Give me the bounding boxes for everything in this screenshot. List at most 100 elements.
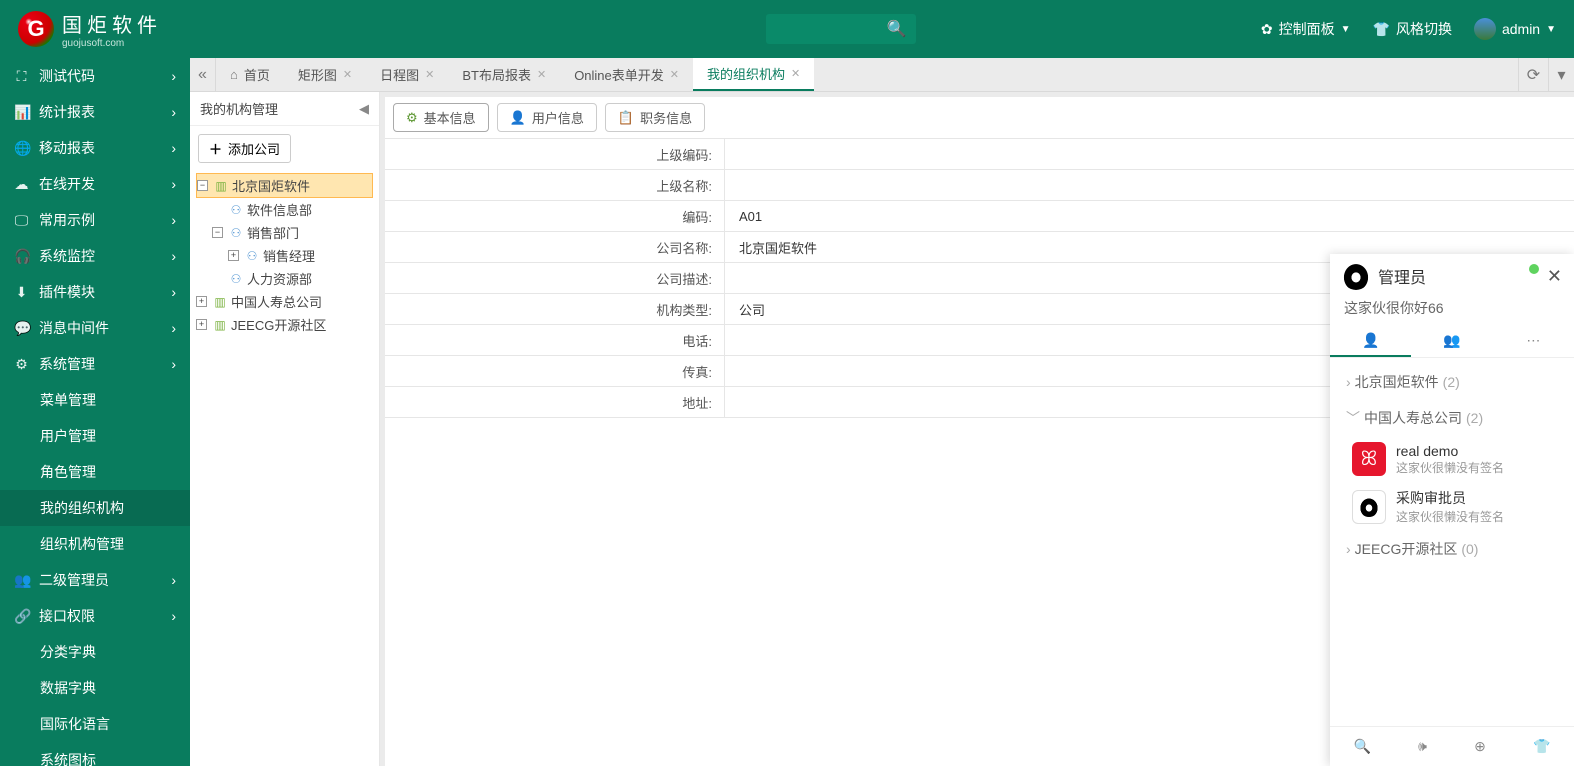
add-company-button[interactable]: ＋ 添加公司 bbox=[198, 134, 291, 163]
username-label: admin bbox=[1502, 21, 1540, 37]
sidebar-item-0[interactable]: ⛶测试代码› bbox=[0, 58, 190, 94]
chat-search-icon[interactable]: 🔍 bbox=[1354, 738, 1371, 755]
chat-group-count: (2) bbox=[1443, 374, 1460, 390]
tree-toggle-icon[interactable]: + bbox=[196, 296, 207, 307]
tabs-scroll-left[interactable]: « bbox=[190, 58, 216, 91]
tree-label: 软件信息部 bbox=[247, 200, 312, 219]
logo-title-cn: 国炬软件 bbox=[62, 9, 162, 38]
sidebar-item-18[interactable]: 国际化语言 bbox=[0, 706, 190, 742]
plus-icon: ＋ bbox=[209, 139, 222, 158]
sidebar-label: 移动报表 bbox=[39, 138, 95, 158]
tab-4[interactable]: Online表单开发✕ bbox=[560, 58, 693, 91]
tab-close-icon[interactable]: ✕ bbox=[537, 68, 546, 81]
form-label: 电话: bbox=[385, 325, 725, 356]
tab-3[interactable]: BT布局报表✕ bbox=[448, 58, 560, 91]
style-switch-button[interactable]: 👕 风格切换 bbox=[1373, 19, 1452, 39]
sidebar-item-3[interactable]: ☁在线开发› bbox=[0, 166, 190, 202]
tree-label: 销售部门 bbox=[247, 223, 299, 242]
sidebar-item-4[interactable]: 🖵常用示例› bbox=[0, 202, 190, 238]
sidebar-icon: 👥 bbox=[14, 572, 29, 589]
sidebar-item-15[interactable]: 🔗接口权限› bbox=[0, 598, 190, 634]
sidebar-label: 二级管理员 bbox=[39, 570, 109, 590]
sidebar-item-10[interactable]: 用户管理 bbox=[0, 418, 190, 454]
tree-node-5[interactable]: + ▥ 中国人寿总公司 bbox=[196, 290, 373, 313]
sidebar-item-7[interactable]: 💬消息中间件› bbox=[0, 310, 190, 346]
tree-node-0[interactable]: −▥北京国炬软件 bbox=[196, 173, 373, 198]
tab-close-icon[interactable]: ✕ bbox=[670, 68, 679, 81]
sidebar-item-17[interactable]: 数据字典 bbox=[0, 670, 190, 706]
chat-close-button[interactable]: ✕ bbox=[1547, 266, 1562, 287]
sidebar-label: 组织机构管理 bbox=[40, 534, 124, 554]
sidebar-label: 数据字典 bbox=[40, 678, 96, 698]
user-menu[interactable]: admin ▼ bbox=[1474, 18, 1556, 40]
subtab-label: 基本信息 bbox=[424, 108, 476, 127]
chevron-icon: › bbox=[1346, 541, 1351, 557]
tab-0[interactable]: ⌂首页 bbox=[216, 58, 284, 91]
chat-group-label: 北京国炬软件 bbox=[1355, 372, 1439, 392]
sidebar-label: 国际化语言 bbox=[40, 714, 110, 734]
sidebar-item-2[interactable]: 🌐移动报表› bbox=[0, 130, 190, 166]
sidebar-item-6[interactable]: ⬇插件模块› bbox=[0, 274, 190, 310]
tree-toggle-icon[interactable]: + bbox=[196, 319, 207, 330]
chevron-right-icon: › bbox=[171, 140, 176, 156]
tree-node-4[interactable]: ⚇人力资源部 bbox=[196, 267, 373, 290]
chat-user-0[interactable]: ꕤreal demo这家伙很懒没有签名 bbox=[1330, 436, 1574, 482]
chat-group-1[interactable]: ﹀中国人寿总公司 (2) bbox=[1330, 400, 1574, 436]
sidebar-item-19[interactable]: 系统图标 bbox=[0, 742, 190, 766]
chat-user-1[interactable]: 采购审批员这家伙很懒没有签名 bbox=[1330, 482, 1574, 531]
sidebar-item-14[interactable]: 👥二级管理员› bbox=[0, 562, 190, 598]
sidebar-icon: 🖵 bbox=[14, 212, 29, 229]
tabs-menu[interactable]: ▾ bbox=[1548, 58, 1574, 91]
tree-node-1[interactable]: ⚇ 软件信息部 bbox=[196, 198, 373, 221]
chat-tab-more[interactable]: ⋯ bbox=[1493, 326, 1574, 357]
search-input[interactable]: 🔍 bbox=[766, 14, 916, 44]
sidebar-item-1[interactable]: 📊统计报表› bbox=[0, 94, 190, 130]
refresh-button[interactable]: ⟳ bbox=[1518, 58, 1548, 91]
sidebar-item-11[interactable]: 角色管理 bbox=[0, 454, 190, 490]
tree-toggle-icon[interactable]: − bbox=[212, 227, 223, 238]
sidebar-item-13[interactable]: 组织机构管理 bbox=[0, 526, 190, 562]
tab-2[interactable]: 日程图✕ bbox=[366, 58, 448, 91]
chat-skin-icon[interactable]: 👕 bbox=[1533, 738, 1550, 755]
control-panel-menu[interactable]: ✿ 控制面板 ▼ bbox=[1261, 19, 1351, 39]
tree-label: 中国人寿总公司 bbox=[231, 292, 322, 311]
sidebar-item-16[interactable]: 分类字典 bbox=[0, 634, 190, 670]
chat-group-2[interactable]: ›JEECG开源社区 (0) bbox=[1330, 531, 1574, 567]
org-icon: ▥ bbox=[213, 295, 227, 309]
form-label: 编码: bbox=[385, 201, 725, 232]
gear-icon: ⚙ bbox=[406, 110, 418, 126]
form-row-0: 上级编码: bbox=[385, 139, 1574, 170]
chat-tab-groups[interactable]: 👥 bbox=[1411, 326, 1492, 357]
chat-group-0[interactable]: ›北京国炬软件 (2) bbox=[1330, 364, 1574, 400]
sidebar-item-9[interactable]: 菜单管理 bbox=[0, 382, 190, 418]
sidebar-item-8[interactable]: ⚙系统管理› bbox=[0, 346, 190, 382]
tab-1[interactable]: 矩形图✕ bbox=[284, 58, 366, 91]
sidebar-item-5[interactable]: 🎧系统监控› bbox=[0, 238, 190, 274]
tab-close-icon[interactable]: ✕ bbox=[791, 67, 800, 80]
chat-add-icon[interactable]: ⊕ bbox=[1474, 738, 1486, 755]
org-icon: ▥ bbox=[214, 179, 228, 193]
sidebar-item-12[interactable]: 我的组织机构 bbox=[0, 490, 190, 526]
collapse-icon[interactable]: ◀ bbox=[359, 101, 369, 117]
tree-node-6[interactable]: +▥JEECG开源社区 bbox=[196, 313, 373, 336]
subtab-2[interactable]: 📋职务信息 bbox=[605, 103, 705, 132]
user-icon: ⚇ bbox=[229, 203, 243, 217]
chevron-right-icon: › bbox=[171, 284, 176, 300]
tab-5[interactable]: 我的组织机构✕ bbox=[693, 58, 814, 91]
tab-close-icon[interactable]: ✕ bbox=[425, 68, 434, 81]
tree-toggle-icon[interactable]: + bbox=[228, 250, 239, 261]
subtab-0[interactable]: ⚙ 基本信息 bbox=[393, 103, 489, 132]
logo-title-en: guojusoft.com bbox=[62, 38, 162, 49]
sidebar-icon: 💬 bbox=[14, 320, 29, 337]
chevron-right-icon: › bbox=[171, 176, 176, 192]
logo-icon: G bbox=[18, 11, 54, 47]
tab-close-icon[interactable]: ✕ bbox=[343, 68, 352, 81]
subtab-1[interactable]: 👤用户信息 bbox=[497, 103, 597, 132]
tree-node-2[interactable]: −⚇销售部门 bbox=[196, 221, 373, 244]
tree-node-3[interactable]: +⚇销售经理 bbox=[196, 244, 373, 267]
tree-toggle-icon[interactable]: − bbox=[197, 180, 208, 191]
chat-tab-contacts[interactable]: 👤 bbox=[1330, 326, 1411, 357]
logo[interactable]: G 国炬软件 guojusoft.com bbox=[18, 9, 162, 49]
chevron-right-icon: › bbox=[171, 356, 176, 372]
chat-sound-icon[interactable]: 🕪 bbox=[1418, 738, 1427, 755]
